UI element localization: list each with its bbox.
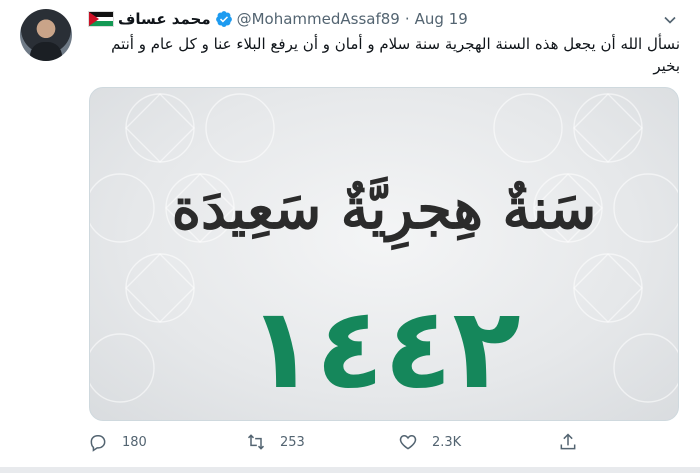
like-button[interactable]: 2.3K [398,429,461,455]
retweet-icon [247,434,265,450]
reply-button[interactable]: 180 [88,429,147,455]
heart-icon [399,434,417,450]
tweet-divider [0,467,700,473]
chevron-down-icon[interactable] [660,10,680,30]
tweet-date[interactable]: Aug 19 [415,10,468,28]
avatar-shirt [30,42,62,61]
image-hijri-year: ١٤٤٢ [247,284,521,414]
share-icon [560,433,576,450]
tweet-card[interactable]: محمد عساف @MohammedAssaf89 · Aug 19 نسأل… [0,0,700,473]
separator-dot: · [404,10,410,28]
like-count: 2.3K [432,434,462,450]
retweet-count: 253 [280,434,305,450]
avatar[interactable] [20,9,72,61]
tweet-text: نسأل الله أن يجعل هذه السنة الهجرية سنة … [111,35,680,75]
tweet-actions: 180 253 2.3K [88,429,588,455]
author-handle[interactable]: @MohammedAssaf89 [237,10,400,28]
tweet-image[interactable]: سَنةٌ هِجرِيَّةٌ سَعِيدَة ١٤٤٢ [89,87,679,421]
palestine-flag-icon [88,11,114,27]
share-button[interactable] [558,429,592,455]
reply-icon [90,435,106,452]
tweet-header: محمد عساف @MohammedAssaf89 · Aug 19 [88,8,468,30]
verified-badge-icon [215,11,232,27]
reply-count: 180 [122,434,147,450]
display-name[interactable]: محمد عساف [118,10,211,28]
retweet-button[interactable]: 253 [246,429,305,455]
image-title-calligraphy: سَنةٌ هِجرِيَّةٌ سَعِيدَة [171,176,597,242]
